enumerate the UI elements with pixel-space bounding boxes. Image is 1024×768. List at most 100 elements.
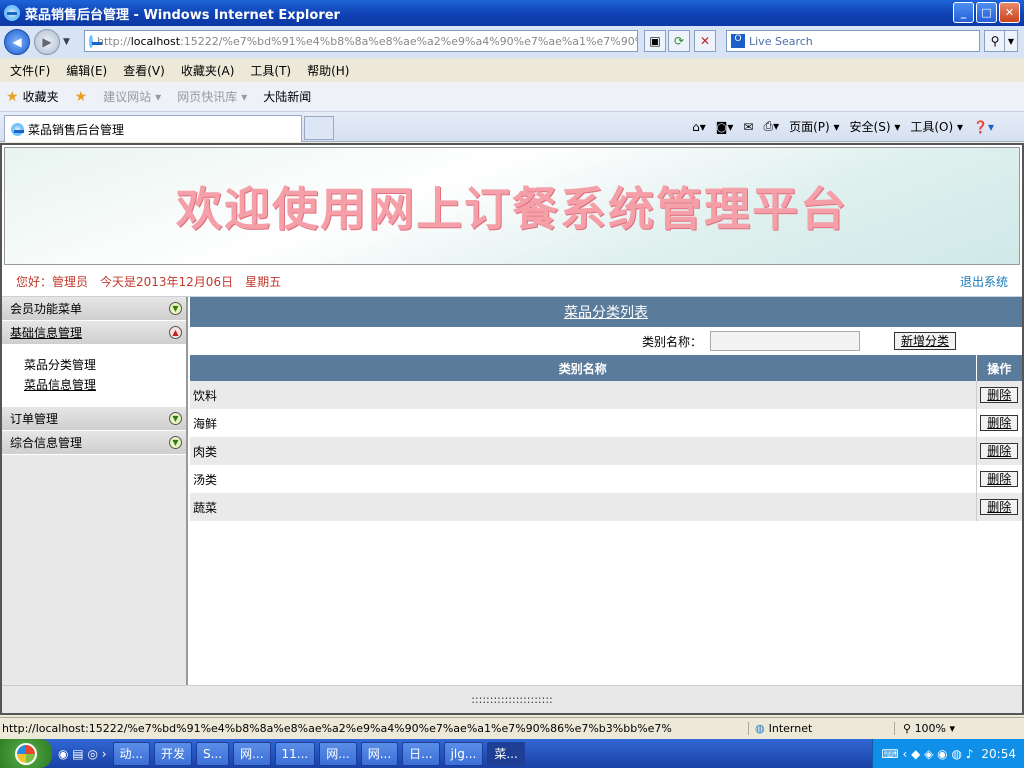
stop-icon[interactable]: ✕ [694,30,716,52]
search-input[interactable]: O Live Search [726,30,980,52]
back-button[interactable]: ◀ [4,29,30,55]
expand-icon: ▼ [169,302,182,315]
delete-button[interactable]: 删除 [980,499,1019,515]
taskbar-item[interactable]: 网... [360,741,399,766]
add-star-icon: ★ [74,88,88,105]
table-row: 汤类 删除 [190,465,1022,493]
clock[interactable]: 20:54 [981,747,1016,761]
category-search-row: 类别名称： 新增分类 [190,327,1022,355]
taskbar-item-active[interactable]: 菜... [487,741,525,766]
category-table: 类别名称 操作 饮料 删除 海鲜 删除 肉类 删除 汤类 删除 蔬菜 删除 [190,355,1022,521]
taskbar-item[interactable]: 动... [112,741,150,766]
page-title[interactable]: 菜品分类列表 [190,297,1022,327]
taskbar-item[interactable]: 开发 [153,741,192,766]
expand-icon: ▼ [169,436,182,449]
delete-button[interactable]: 删除 [980,471,1019,487]
logout-link[interactable]: 退出系统 [960,273,1008,290]
start-button[interactable] [0,739,52,768]
menu-help[interactable]: 帮助(H) [307,62,349,79]
menu-bar: 文件(F) 编辑(E) 查看(V) 收藏夹(A) 工具(T) 帮助(H) [0,58,1024,82]
delete-button[interactable]: 删除 [980,387,1019,403]
status-url: http://localhost:15222/%e7%bd%91%e4%b8%8… [2,722,672,735]
add-favorites-button[interactable]: ★ [75,89,88,105]
greeting-bar: 您好：管理员 今天是2013年12月06日 星期五 退出系统 [2,267,1022,297]
search-dropdown-icon[interactable]: ▼ [1004,30,1018,52]
page-viewport: 欢迎使用网上订餐系统管理平台 您好：管理员 今天是2013年12月06日 星期五… [0,143,1024,715]
safety-menu[interactable]: 安全(S) ▾ [850,118,901,135]
maximize-button[interactable]: □ [976,2,997,23]
forward-button[interactable]: ▶ [34,29,60,55]
table-row: 海鲜 删除 [190,409,1022,437]
zoom-control[interactable]: ⚲ 100% ▾ [894,722,955,735]
sidebar-submenu-basic: 菜品分类管理 菜品信息管理 [2,345,186,407]
expand-icon: ▼ [169,412,182,425]
taskbar-item[interactable]: 网... [319,741,357,766]
category-name-label: 类别名称： [641,334,702,349]
taskbar-item[interactable]: 网... [233,741,271,766]
category-cell: 汤类 [190,465,976,493]
sidebar-item-basic[interactable]: 基础信息管理 ▲ [2,321,186,345]
category-cell: 蔬菜 [190,493,976,521]
menu-favorites[interactable]: 收藏夹(A) [181,62,235,79]
window-title-bar: 菜品销售后台管理 - Windows Internet Explorer _ □… [0,0,1024,26]
sidebar-item-general[interactable]: 综合信息管理 ▼ [2,431,186,455]
category-name-input[interactable] [709,331,860,351]
sidebar-item-order[interactable]: 订单管理 ▼ [2,407,186,431]
menu-view[interactable]: 查看(V) [123,62,165,79]
sidebar-item-member[interactable]: 会员功能菜单 ▼ [2,297,186,321]
tab-row: 菜品销售后台管理 ⌂▾ ◙▾ ✉ ⎙▾ 页面(P) ▾ 安全(S) ▾ 工具(O… [0,112,1024,142]
system-tray: ⌨ ‹ ◆ ◈ ◉ ◍ ♪ 20:54 [872,739,1024,768]
suggested-sites-link[interactable]: 建议网站 ▾ [103,88,161,105]
compat-view-icon[interactable]: ▣ [644,30,666,52]
taskbar-item[interactable]: 日... [402,741,440,766]
table-row: 饮料 删除 [190,381,1022,409]
web-slice-gallery-link[interactable]: 网页快讯库 ▾ [177,88,247,105]
search-icon[interactable]: ⚲ [984,30,1006,52]
add-category-button[interactable]: 新增分类 [893,332,956,350]
menu-edit[interactable]: 编辑(E) [66,62,107,79]
news-link[interactable]: 大陆新闻 [263,88,311,105]
tray-icons[interactable]: ⌨ ‹ ◆ ◈ ◉ ◍ ♪ [881,747,973,761]
menu-tools[interactable]: 工具(T) [250,62,291,79]
new-tab-button[interactable] [304,116,334,140]
taskbar-item[interactable]: 11... [274,741,316,766]
status-bar: http://localhost:15222/%e7%bd%91%e4%b8%8… [0,717,1024,739]
minimize-button[interactable]: _ [953,2,974,23]
category-cell: 海鲜 [190,409,976,437]
print-icon[interactable]: ⎙▾ [763,119,779,134]
taskbar: ◉ ▤ ◎ › 动... 开发 S... 网... 11... 网... 网..… [0,739,1024,768]
refresh-icon[interactable]: ⟳ [668,30,690,52]
close-window-button[interactable]: ✕ [999,2,1020,23]
tools-menu[interactable]: 工具(O) ▾ [910,118,963,135]
window-title: 菜品销售后台管理 - Windows Internet Explorer [25,7,340,23]
feeds-icon[interactable]: ◙▾ [716,120,734,134]
column-header-op: 操作 [975,355,1022,381]
favorites-bar: ★ 收藏夹 ★ 建议网站 ▾ 网页快讯库 ▾ 大陆新闻 [0,82,1024,112]
history-dropdown-icon[interactable]: ▼ [63,37,70,47]
menu-file[interactable]: 文件(F) [10,62,50,79]
favorites-button[interactable]: ★ 收藏夹 [6,88,59,105]
zone-indicator[interactable]: ◍ Internet [748,722,888,735]
home-icon[interactable]: ⌂▾ [692,120,706,134]
url-field[interactable]: http://localhost:15222/%e7%bd%91%e4%b8%8… [84,30,638,52]
tab-current[interactable]: 菜品销售后台管理 [4,115,302,142]
page-icon [89,34,102,48]
sidebar-link-category[interactable]: 菜品分类管理 [24,355,186,375]
windows-logo-icon [15,742,37,765]
help-icon[interactable]: ❓▾ [973,120,994,134]
sidebar: 会员功能菜单 ▼ 基础信息管理 ▲ 菜品分类管理 菜品信息管理 订单管理 ▼ 综… [2,297,188,685]
sidebar-link-dish-info[interactable]: 菜品信息管理 [24,375,186,395]
taskbar-item[interactable]: S... [196,741,230,766]
delete-button[interactable]: 删除 [980,415,1019,431]
tab-ie-icon [11,122,24,136]
table-row: 蔬菜 删除 [190,493,1022,521]
category-cell: 饮料 [190,381,976,409]
mail-icon[interactable]: ✉ [743,120,753,134]
frame-splitter[interactable]: :::::::::::::::::::::: [2,685,1022,713]
delete-button[interactable]: 删除 [980,443,1019,459]
ie-logo-icon [4,5,20,21]
taskbar-item[interactable]: jlg... [443,741,484,766]
globe-icon: ◍ [755,722,765,735]
quick-launch-icons[interactable]: ◉ ▤ ◎ › [58,747,107,761]
page-menu[interactable]: 页面(P) ▾ [789,118,839,135]
